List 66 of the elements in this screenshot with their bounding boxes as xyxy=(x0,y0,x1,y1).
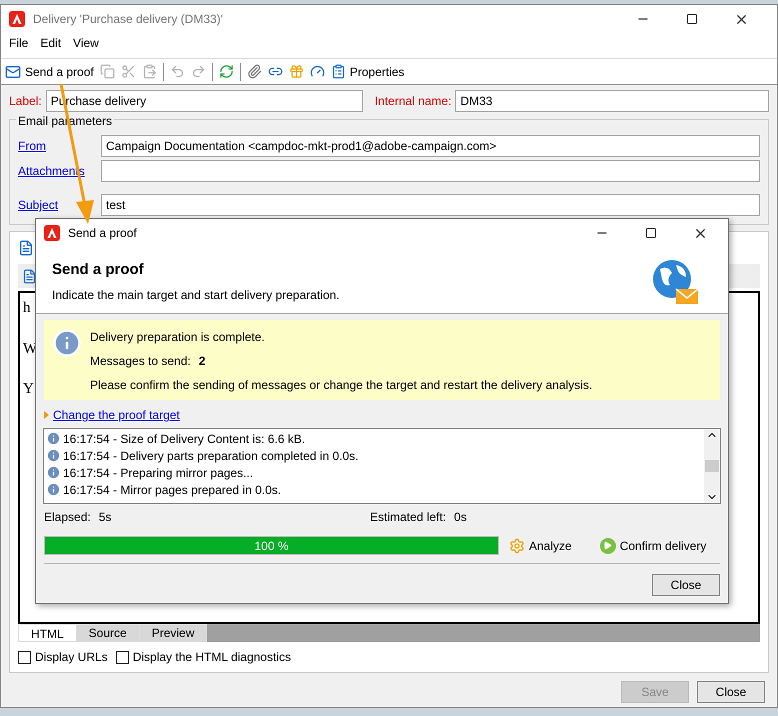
menu-item[interactable]: File xyxy=(9,34,28,52)
document-icon[interactable] xyxy=(22,268,37,284)
app-logo-icon xyxy=(44,225,60,241)
log-entry: 16:17:54 - Size of Delivery Content is: 6.6 kB. xyxy=(63,430,306,448)
globe-envelope-icon xyxy=(650,259,700,305)
elapsed-value: 5s xyxy=(98,509,112,526)
editor-text: Y xyxy=(23,380,34,399)
refresh-icon[interactable] xyxy=(218,64,234,79)
info-icon xyxy=(52,328,82,358)
instruction-text: Please confirm the sending of messages or change the target and restart the delivery analysis. xyxy=(90,377,592,394)
field-link[interactable]: From xyxy=(18,137,101,155)
send-proof-button[interactable]: Send a proof xyxy=(5,62,94,80)
log-entry: 16:17:54 - Delivery parts preparation completed in 0.0s. xyxy=(63,448,358,464)
email-field[interactable] xyxy=(101,160,760,182)
log-entry: 16:17:54 - Preparing mirror pages... xyxy=(63,464,254,482)
footer-button[interactable]: Close xyxy=(697,681,765,703)
play-icon xyxy=(600,538,616,554)
estimated-caption: Estimated left: xyxy=(370,509,446,526)
scrollbar[interactable] xyxy=(704,429,720,503)
dialog-title: Send a proof xyxy=(68,225,137,242)
elapsed-caption: Elapsed: xyxy=(44,509,91,526)
messages-count: 2 xyxy=(198,353,206,370)
editor-text: h xyxy=(23,299,30,318)
info-icon xyxy=(46,431,61,446)
checkbox[interactable] xyxy=(18,650,31,664)
email-field[interactable]: Campaign Documentation <campdoc-mkt-prod1@adobe-campaign.com> xyxy=(101,135,760,157)
menu-item[interactable]: Edit xyxy=(40,34,62,52)
scroll-thumb[interactable] xyxy=(705,460,719,472)
change-target-link[interactable]: Change the proof target xyxy=(53,406,180,424)
internal-name-caption: Internal name: xyxy=(374,93,452,110)
email-field[interactable]: test xyxy=(101,194,760,216)
messages-caption: Messages to send: xyxy=(90,353,191,370)
maximize-icon[interactable] xyxy=(686,13,698,25)
editor-tab[interactable]: Source xyxy=(76,624,140,642)
status-text: Delivery preparation is complete. xyxy=(90,329,266,346)
info-icon xyxy=(46,448,61,463)
window-title: Delivery 'Purchase delivery (DM33)' xyxy=(33,11,223,28)
triangle-icon xyxy=(44,411,49,419)
estimated-value: 0s xyxy=(454,509,467,526)
info-icon xyxy=(46,465,61,480)
gear-icon xyxy=(509,538,525,554)
checkbox-label: Display URLs xyxy=(35,649,108,666)
confirm-delivery-button[interactable]: Confirm delivery xyxy=(600,536,706,554)
checkbox[interactable] xyxy=(116,650,129,664)
maximize-icon[interactable] xyxy=(645,227,657,239)
analyze-button[interactable]: Analyze xyxy=(509,536,572,554)
editor-tab[interactable]: Preview xyxy=(140,624,208,642)
clipboard-list-icon xyxy=(330,64,346,79)
dialog-close-button[interactable]: Close xyxy=(652,574,720,596)
properties-button[interactable]: Properties xyxy=(330,62,404,80)
label-caption: Label: xyxy=(9,93,42,110)
document-icon[interactable] xyxy=(18,240,34,256)
checkbox-label: Display the HTML diagnostics xyxy=(132,649,291,666)
dialog-heading: Send a proof xyxy=(52,260,145,280)
field-link[interactable]: Subject xyxy=(18,196,101,214)
paperclip-icon[interactable] xyxy=(246,64,262,79)
log-entry: 16:17:54 - Mirror pages prepared in 0.0s. xyxy=(63,482,282,498)
dialog-subtitle: Indicate the main target and start delivery preparation. xyxy=(52,286,340,304)
editor-tab[interactable]: HTML xyxy=(18,624,77,642)
info-icon xyxy=(46,482,61,497)
progress-label: 100 % xyxy=(253,538,290,554)
gauge-icon[interactable] xyxy=(310,64,325,79)
internal-name-field[interactable]: DM33 xyxy=(455,90,769,112)
app-logo-icon xyxy=(9,11,25,27)
menu-item[interactable]: View xyxy=(73,34,99,52)
envelope-icon xyxy=(5,64,21,80)
